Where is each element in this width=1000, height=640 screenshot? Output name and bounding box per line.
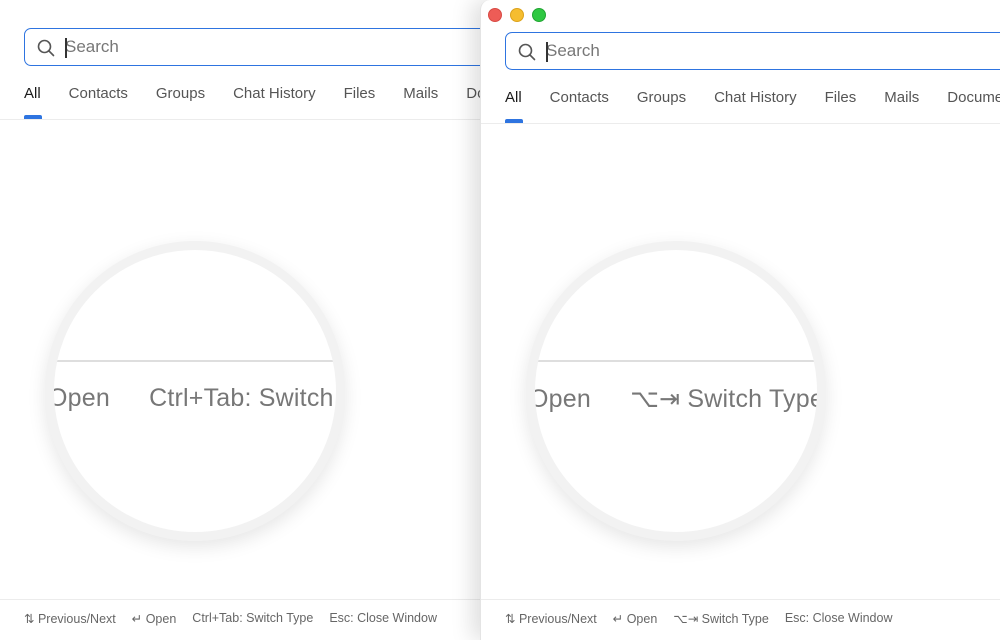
- text-caret: [65, 38, 67, 58]
- shortcut-footer: ⇅ Previous/Next ↵ Open ⌥⇥ Switch Type Es…: [481, 599, 1000, 640]
- tab-files[interactable]: Files: [825, 90, 857, 123]
- magnified-divider: [54, 360, 336, 362]
- hint-switch-type: ⌥⇥ Switch Type: [673, 612, 769, 626]
- tab-bar: All Contacts Groups Chat History Files M…: [505, 90, 1000, 123]
- tab-all[interactable]: All: [505, 90, 523, 123]
- tab-mails[interactable]: Mails: [403, 86, 438, 119]
- hint-open: ↵ Open: [612, 612, 658, 626]
- hint-switch-type: Ctrl+Tab: Switch Type: [192, 611, 314, 625]
- tab-groups[interactable]: Groups: [637, 90, 686, 123]
- search-icon: [518, 43, 536, 61]
- magnified-open-label: Open: [48, 384, 110, 412]
- tab-groups[interactable]: Groups: [156, 86, 205, 119]
- search-input[interactable]: [546, 38, 946, 64]
- magnified-switch-label: Ctrl+Tab: Switch Type: [149, 384, 336, 412]
- text-caret: [546, 42, 548, 62]
- magnified-switch-label: ⌥⇥ Switch Type: [630, 385, 824, 413]
- hint-previous-next: ⇅ Previous/Next: [24, 612, 116, 626]
- tab-mails[interactable]: Mails: [884, 90, 919, 123]
- search-box[interactable]: [24, 28, 480, 66]
- magnified-open-label: Open: [529, 385, 591, 413]
- tab-divider: [0, 119, 480, 120]
- tab-chat-history[interactable]: Chat History: [714, 90, 797, 123]
- tab-contacts[interactable]: Contacts: [69, 86, 128, 119]
- magnified-divider: [535, 360, 817, 362]
- hint-close-window: Esc: Close Window: [784, 611, 893, 625]
- search-input[interactable]: [65, 34, 465, 60]
- search-icon: [37, 39, 55, 57]
- tab-chat-history[interactable]: Chat History: [233, 86, 316, 119]
- hint-close-window: Esc: Close Window: [329, 611, 437, 625]
- tab-files[interactable]: Files: [344, 86, 376, 119]
- hint-open: ↵ Open: [131, 612, 177, 626]
- tab-contacts[interactable]: Contacts: [550, 90, 609, 123]
- maximize-window-button[interactable]: [532, 8, 546, 22]
- hint-previous-next: ⇅ Previous/Next: [505, 612, 597, 626]
- magnifier-callout: Open ⌥⇥ Switch Type: [526, 241, 826, 541]
- minimize-window-button[interactable]: [510, 8, 524, 22]
- tab-documents[interactable]: Documents: [947, 90, 1000, 123]
- tab-bar: All Contacts Groups Chat History Files M…: [24, 86, 480, 119]
- tab-all[interactable]: All: [24, 86, 42, 119]
- magnified-footer-text: Open ⌥⇥ Switch Type: [529, 384, 824, 414]
- magnified-footer-text: Open Ctrl+Tab: Switch Type: [48, 384, 336, 413]
- right-search-window: All Contacts Groups Chat History Files M…: [480, 0, 1000, 640]
- close-window-button[interactable]: [488, 8, 502, 22]
- shortcut-footer: ⇅ Previous/Next ↵ Open Ctrl+Tab: Switch …: [0, 599, 480, 640]
- magnifier-callout: Open Ctrl+Tab: Switch Type: [45, 241, 345, 541]
- tab-divider: [481, 123, 1000, 124]
- left-search-window: All Contacts Groups Chat History Files M…: [0, 0, 480, 640]
- search-box[interactable]: [505, 32, 1000, 70]
- tab-documents[interactable]: Documents: [466, 86, 480, 119]
- window-controls: [488, 8, 546, 22]
